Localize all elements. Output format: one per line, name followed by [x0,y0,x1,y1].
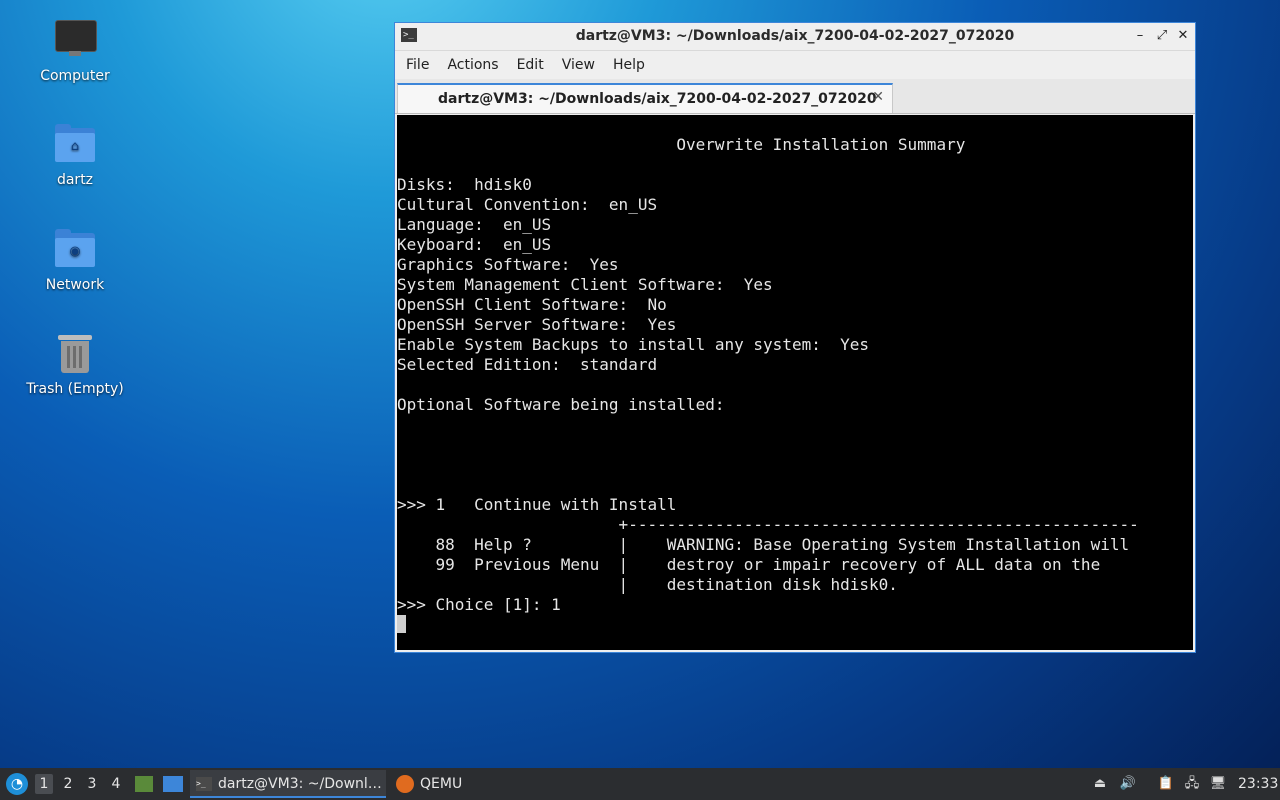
update-notifier-icon[interactable]: 🖥 [1209,775,1227,793]
menu-file[interactable]: File [397,57,438,73]
close-button[interactable]: ✕ [1174,27,1192,45]
start-menu-icon[interactable]: ◔ [6,773,28,795]
network-folder-icon: ◉ [53,227,97,271]
desktop-icon-home[interactable]: ⌂ dartz [15,122,135,188]
clipboard-icon[interactable]: 📋 [1157,775,1175,793]
home-folder-icon: ⌂ [53,122,97,166]
terminal-text: Overwrite Installation Summary Disks: hd… [397,135,1139,614]
taskbar: ◔ 1 2 3 4 >_ dartz@VM3: ~/Downl… QEMU ⏏ 🔊… [0,768,1280,800]
terminal-icon: >_ [196,777,212,791]
task-label: QEMU [420,776,463,792]
clock[interactable]: 23:33 [1238,768,1278,800]
window-title: dartz@VM3: ~/Downloads/aix_7200-04-02-20… [575,28,1015,44]
workspace-4[interactable]: 4 [107,774,125,794]
tab-terminal[interactable]: dartz@VM3: ~/Downloads/aix_7200-04-02-20… [397,83,893,113]
desktop-icon-label: Computer [40,68,110,84]
network-icon[interactable]: 🖧 [1183,775,1201,793]
desktop-icon-computer[interactable]: Computer [15,18,135,84]
volume-icon[interactable]: 🔊 [1119,775,1137,793]
maximize-button[interactable]: ⤢ [1153,27,1171,45]
computer-icon [53,18,97,62]
tab-title: dartz@VM3: ~/Downloads/aix_7200-04-02-20… [438,91,877,107]
desktop-icon-label: Trash (Empty) [26,381,124,397]
menu-view[interactable]: View [553,57,604,73]
menubar: File Actions Edit View Help [395,51,1195,79]
terminal-window: >_ dartz@VM3: ~/Downloads/aix_7200-04-02… [394,22,1196,653]
workspace-2[interactable]: 2 [59,774,77,794]
tab-close-icon[interactable]: ✕ [872,89,884,105]
trash-icon [53,331,97,375]
menu-edit[interactable]: Edit [508,57,553,73]
workspace-1[interactable]: 1 [35,774,53,794]
eject-icon[interactable]: ⏏ [1091,775,1109,793]
file-manager-launcher-icon[interactable] [135,776,153,792]
terminal-cursor [397,615,406,633]
task-qemu[interactable]: QEMU [392,770,482,798]
desktop-icon-network[interactable]: ◉ Network [15,227,135,293]
menu-help[interactable]: Help [604,57,654,73]
desktop-icon-label: dartz [56,172,94,188]
menu-actions[interactable]: Actions [438,57,507,73]
tab-bar: dartz@VM3: ~/Downloads/aix_7200-04-02-20… [395,79,1195,114]
desktop-icon-label: Network [45,277,105,293]
workspace-3[interactable]: 3 [83,774,101,794]
window-titlebar[interactable]: >_ dartz@VM3: ~/Downloads/aix_7200-04-02… [395,23,1195,51]
desktop-icon-trash[interactable]: Trash (Empty) [15,331,135,397]
task-label: dartz@VM3: ~/Downl… [218,776,382,792]
qemu-icon [396,775,414,793]
show-desktop-icon[interactable] [163,776,183,792]
task-terminal[interactable]: >_ dartz@VM3: ~/Downl… [190,770,386,798]
terminal-output[interactable]: Overwrite Installation Summary Disks: hd… [397,115,1193,650]
minimize-button[interactable]: – [1131,27,1149,45]
